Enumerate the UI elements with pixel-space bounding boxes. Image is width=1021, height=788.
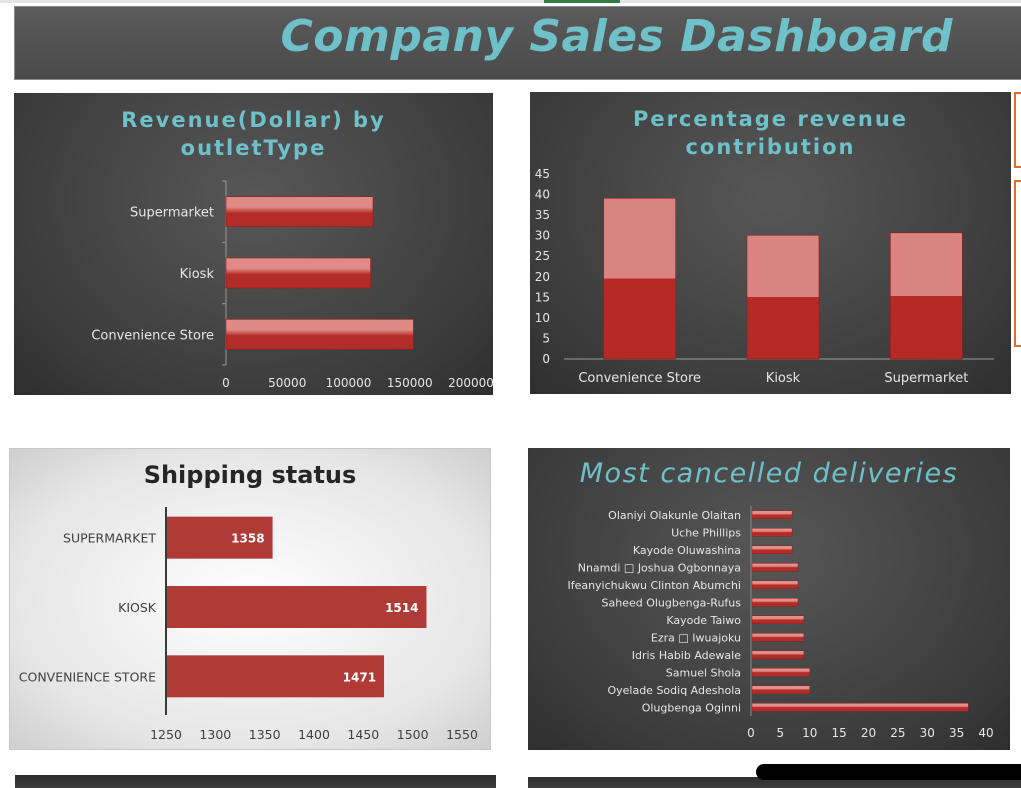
- revenue-x-tick-label: 50000: [268, 376, 306, 390]
- percentage-chart-panel[interactable]: Percentage revenue contribution 0 5 10 15 20…: [530, 92, 1011, 394]
- shipping-x-tick-label: 1300: [199, 727, 231, 742]
- shipping-category-label: KIOSK: [118, 600, 157, 615]
- percentage-y-tick-label: 20: [535, 270, 550, 284]
- shape-edge-orange-1[interactable]: [1014, 92, 1021, 168]
- cancelled-x-tick-label: 35: [949, 726, 964, 740]
- shipping-category-label: CONVENIENCE STORE: [19, 669, 156, 684]
- revenue-category-label: Kiosk: [180, 267, 215, 282]
- revenue-x-tick-label: 0: [222, 376, 230, 390]
- shipping-data-label: 1471: [343, 670, 376, 684]
- shipping-x-tick-label: 1250: [150, 727, 182, 742]
- percentage-bar: [603, 197, 676, 360]
- cancelled-x-tick-label: 40: [978, 726, 993, 740]
- cancelled-bar: [751, 633, 805, 642]
- cancelled-x-tick-label: 20: [861, 726, 876, 740]
- shipping-chart-panel[interactable]: Shipping status 1471 CONVENIENCE STORE 151…: [9, 448, 491, 750]
- cancelled-bar: [751, 615, 805, 624]
- cancelled-category-label: Saheed Olugbenga-Rufus: [602, 596, 742, 609]
- percentage-bar: [746, 234, 820, 360]
- cancelled-category-label: Ifeanyichukwu Clinton Abumchi: [567, 579, 741, 592]
- cancelled-x-tick-label: 15: [831, 726, 846, 740]
- cancelled-bar: [751, 703, 969, 712]
- percentage-category-label: Convenience Store: [578, 371, 701, 386]
- revenue-category-label: Supermarket: [130, 206, 214, 221]
- cancelled-category-label: Uche Phillips: [671, 526, 741, 539]
- cancelled-x-tick-label: 10: [802, 726, 817, 740]
- revenue-x-tick-label: 100000: [326, 376, 372, 390]
- cancelled-bar: [751, 510, 793, 519]
- dashboard-header: Company Sales Dashboard: [14, 6, 1021, 80]
- shipping-category-label: SUPERMARKET: [63, 531, 156, 546]
- selected-cell-indicator: [544, 0, 620, 3]
- percentage-y-tick-label: 30: [535, 229, 550, 243]
- revenue-chart-panel[interactable]: Revenue(Dollar) by outletType Convenienc…: [14, 93, 494, 395]
- revenue-chart-plot: Convenience Store Kiosk Supermarket 0 50000 1…: [91, 180, 494, 390]
- cancelled-x-tick-label: 0: [747, 726, 755, 740]
- cancelled-x-tick-label: 30: [920, 726, 935, 740]
- percentage-y-tick-label: 45: [535, 167, 550, 181]
- revenue-bar: [225, 319, 414, 350]
- cancelled-category-label: Olaniyi Olakunle Olaitan: [608, 509, 741, 522]
- cancelled-category-label: Kayode Oluwashina: [633, 544, 741, 557]
- shape-edge-orange-2[interactable]: [1014, 180, 1021, 347]
- cancelled-x-tick-label: 25: [890, 726, 905, 740]
- shipping-x-tick-label: 1450: [347, 727, 379, 742]
- cancelled-bar: [751, 545, 793, 554]
- shipping-x-tick-label: 1550: [446, 727, 478, 742]
- percentage-chart-plot: 0 5 10 15 20 25 30 35 40 45 Convenience Store Kiosk…: [535, 167, 994, 386]
- percentage-y-tick-label: 10: [535, 311, 550, 325]
- revenue-x-tick-label: 200000: [448, 376, 494, 390]
- cancelled-category-label: Olugbenga Oginni: [642, 701, 741, 714]
- percentage-y-tick-label: 0: [542, 352, 550, 366]
- percentage-bar: [890, 232, 963, 360]
- shipping-chart-plot: 1471 CONVENIENCE STORE 1514 KIOSK 1358 SUPERM…: [19, 507, 478, 742]
- cancelled-category-label: Kayode Taiwo: [666, 614, 741, 627]
- shipping-x-tick-label: 1500: [397, 727, 429, 742]
- cancelled-category-label: Samuel Shola: [666, 666, 741, 679]
- cancelled-category-label: Nnamdi □ Joshua Ogbonnaya: [578, 561, 741, 574]
- revenue-bar: [225, 257, 371, 289]
- percentage-y-tick-label: 40: [535, 188, 550, 202]
- shipping-x-tick-label: 1400: [298, 727, 330, 742]
- percentage-y-tick-label: 35: [535, 208, 550, 222]
- sheet-top-border: [0, 0, 1021, 3]
- cancelled-bar: [751, 563, 799, 572]
- revenue-bar: [225, 196, 374, 227]
- percentage-y-tick-label: 15: [535, 290, 550, 304]
- percentage-category-label: Supermarket: [884, 371, 968, 386]
- lower-chart-panel-left[interactable]: [15, 775, 496, 788]
- cancelled-bar: [751, 598, 799, 607]
- cancelled-bar: [751, 668, 810, 677]
- cancelled-bar: [751, 580, 799, 589]
- scroll-overlay-bar[interactable]: [756, 764, 1021, 780]
- shipping-data-label: 1358: [231, 532, 264, 546]
- cancelled-category-label: Oyelade Sodiq Adeshola: [607, 684, 741, 697]
- cancelled-bar: [751, 528, 793, 537]
- cancelled-x-tick-label: 5: [777, 726, 785, 740]
- revenue-x-tick-label: 150000: [387, 376, 433, 390]
- dashboard-title: Company Sales Dashboard: [280, 11, 953, 62]
- percentage-y-tick-label: 25: [535, 249, 550, 263]
- cancelled-category-label: Idris Habib Adewale: [632, 649, 741, 662]
- cancelled-bar: [751, 650, 805, 659]
- shipping-data-label: 1514: [385, 601, 418, 615]
- cancelled-category-label: Ezra □ Iwuajoku: [651, 631, 741, 644]
- cancelled-chart-panel[interactable]: Most cancelled deliveries Olugbenga Ogin…: [528, 448, 1010, 750]
- cancelled-bar: [751, 685, 810, 694]
- percentage-category-label: Kiosk: [766, 371, 801, 386]
- shipping-x-tick-label: 1350: [249, 727, 281, 742]
- percentage-y-tick-label: 5: [542, 331, 550, 345]
- cancelled-chart-plot: Olugbenga Oginni Oyelade Sodiq Adeshola Sa…: [567, 506, 994, 740]
- revenue-category-label: Convenience Store: [91, 328, 214, 343]
